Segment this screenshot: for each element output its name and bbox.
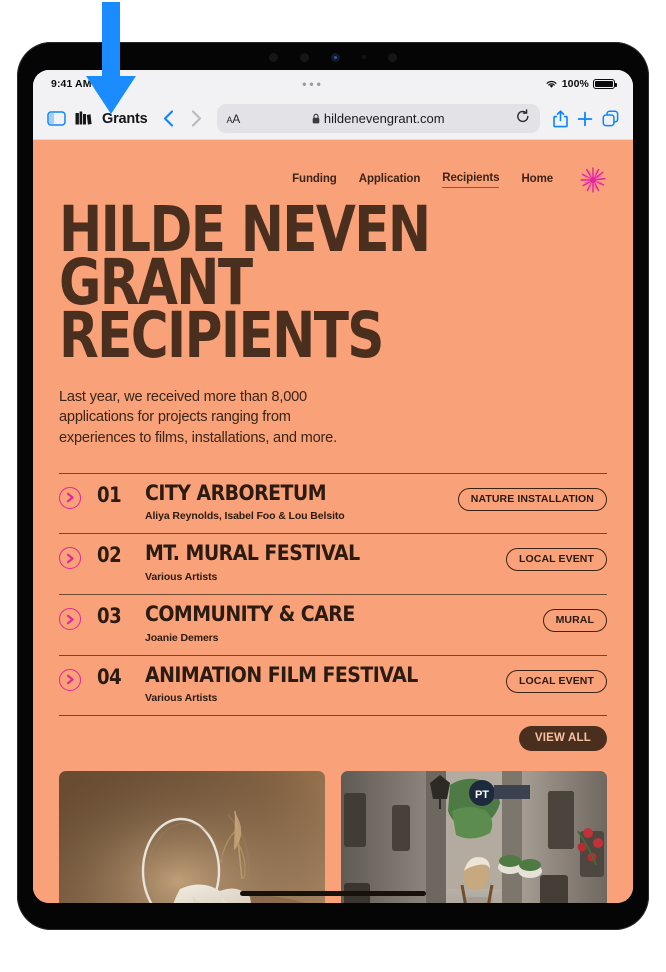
sidebar-toggle-icon[interactable]	[47, 111, 66, 126]
recipient-body: COMMUNITY & CARE Joanie Demers	[145, 602, 543, 644]
view-all-row: VIEW ALL	[59, 715, 607, 752]
arrow-right-circle-icon[interactable]	[59, 668, 81, 691]
svg-text:PT: PT	[475, 789, 489, 801]
table-row[interactable]: 03 COMMUNITY & CARE Joanie Demers MURAL	[59, 594, 607, 655]
recipient-number: 04	[97, 664, 122, 689]
ipad-device: 9:41 AM ••• 100% Grants AA hildenevengra…	[17, 42, 649, 930]
recipient-artists: Aliya Reynolds, Isabel Foo & Lou Belsito	[145, 510, 345, 523]
view-all-button[interactable]: VIEW ALL	[518, 726, 607, 752]
nav-item-application[interactable]: Application	[359, 173, 421, 188]
recipient-title: ANIMATION FILM FESTIVAL	[145, 662, 418, 688]
hero-section: HILDE NEVEN GRANT RECIPIENTS Last year, …	[33, 194, 633, 449]
forward-button	[191, 110, 202, 127]
hero-subtitle: Last year, we received more than 8,000 a…	[59, 388, 337, 447]
table-row[interactable]: 02 MT. MURAL FESTIVAL Various Artists LO…	[59, 533, 607, 594]
nav-item-funding[interactable]: Funding	[292, 173, 337, 188]
recipient-number: 03	[97, 604, 122, 628]
reload-button[interactable]	[516, 108, 530, 129]
recipient-title: COMMUNITY & CARE	[145, 602, 355, 627]
status-badge: MURAL	[542, 609, 607, 632]
bezel-dot	[388, 52, 397, 62]
ipad-screen: 9:41 AM ••• 100% Grants AA hildenevengra…	[33, 70, 633, 903]
recipient-number: 01	[97, 482, 122, 507]
new-tab-plus-icon[interactable]	[577, 111, 593, 127]
arrow-right-circle-icon[interactable]	[59, 486, 81, 509]
page-settings-aa-button[interactable]: AA	[227, 112, 241, 126]
bezel-dot	[362, 55, 366, 59]
bezel-dot	[300, 52, 309, 62]
front-camera-icon	[331, 52, 340, 62]
address-bar[interactable]: AA hildenevengrant.com	[216, 104, 540, 133]
person-backpack-stone-alley-photo[interactable]: PT	[341, 771, 607, 903]
url-text: hildenevengrant.com	[323, 111, 445, 126]
table-row[interactable]: 01 CITY ARBORETUM Aliya Reynolds, Isabel…	[59, 472, 607, 534]
still-life-ring-chalk-brick-photo[interactable]	[59, 771, 325, 903]
recipient-title: MT. MURAL FESTIVAL	[145, 541, 360, 567]
share-icon[interactable]	[553, 109, 568, 128]
recipient-body: MT. MURAL FESTIVAL Various Artists	[145, 543, 506, 583]
image-gallery: PT	[33, 751, 633, 903]
status-right-group: 100%	[505, 78, 617, 90]
bezel-dot	[269, 52, 278, 62]
recipients-list: 01 CITY ARBORETUM Aliya Reynolds, Isabel…	[33, 472, 633, 752]
back-button[interactable]	[163, 110, 174, 127]
arrow-right-circle-icon[interactable]	[59, 547, 81, 570]
battery-percent-label: 100%	[561, 78, 589, 90]
status-badge: LOCAL EVENT	[506, 669, 607, 693]
recipient-body: ANIMATION FILM FESTIVAL Various Artists	[145, 662, 506, 705]
table-row[interactable]: 04 ANIMATION FILM FESTIVAL Various Artis…	[59, 654, 607, 716]
tabs-overview-icon[interactable]	[602, 110, 619, 127]
status-badge: LOCAL EVENT	[506, 548, 607, 572]
recipient-title: CITY ARBORETUM	[145, 480, 327, 506]
recipient-number: 02	[97, 543, 122, 568]
arrow-right-circle-icon[interactable]	[59, 608, 81, 630]
nav-item-home[interactable]: Home	[521, 173, 553, 188]
home-indicator[interactable]	[240, 891, 426, 896]
site-navigation: Funding Application Recipients Home	[33, 140, 633, 194]
page-title: HILDE NEVEN GRANT RECIPIENTS	[59, 193, 431, 372]
status-badge: NATURE INSTALLATION	[457, 487, 607, 511]
recipient-artists: Joanie Demers	[145, 631, 219, 644]
lock-icon	[312, 113, 320, 124]
blue-down-arrow-annotation	[86, 2, 136, 114]
status-center-dots: •••	[302, 77, 324, 91]
webpage-content: Funding Application Recipients Home HILD…	[33, 140, 633, 903]
recipient-body: CITY ARBORETUM Aliya Reynolds, Isabel Fo…	[145, 480, 458, 523]
recipient-artists: Various Artists	[145, 692, 218, 705]
battery-full-icon	[593, 79, 617, 89]
starburst-flower-logo[interactable]	[579, 166, 607, 194]
nav-item-recipients[interactable]: Recipients	[442, 172, 500, 188]
recipient-artists: Various Artists	[145, 571, 218, 583]
url-display: hildenevengrant.com	[217, 111, 540, 126]
wifi-icon	[546, 80, 557, 88]
